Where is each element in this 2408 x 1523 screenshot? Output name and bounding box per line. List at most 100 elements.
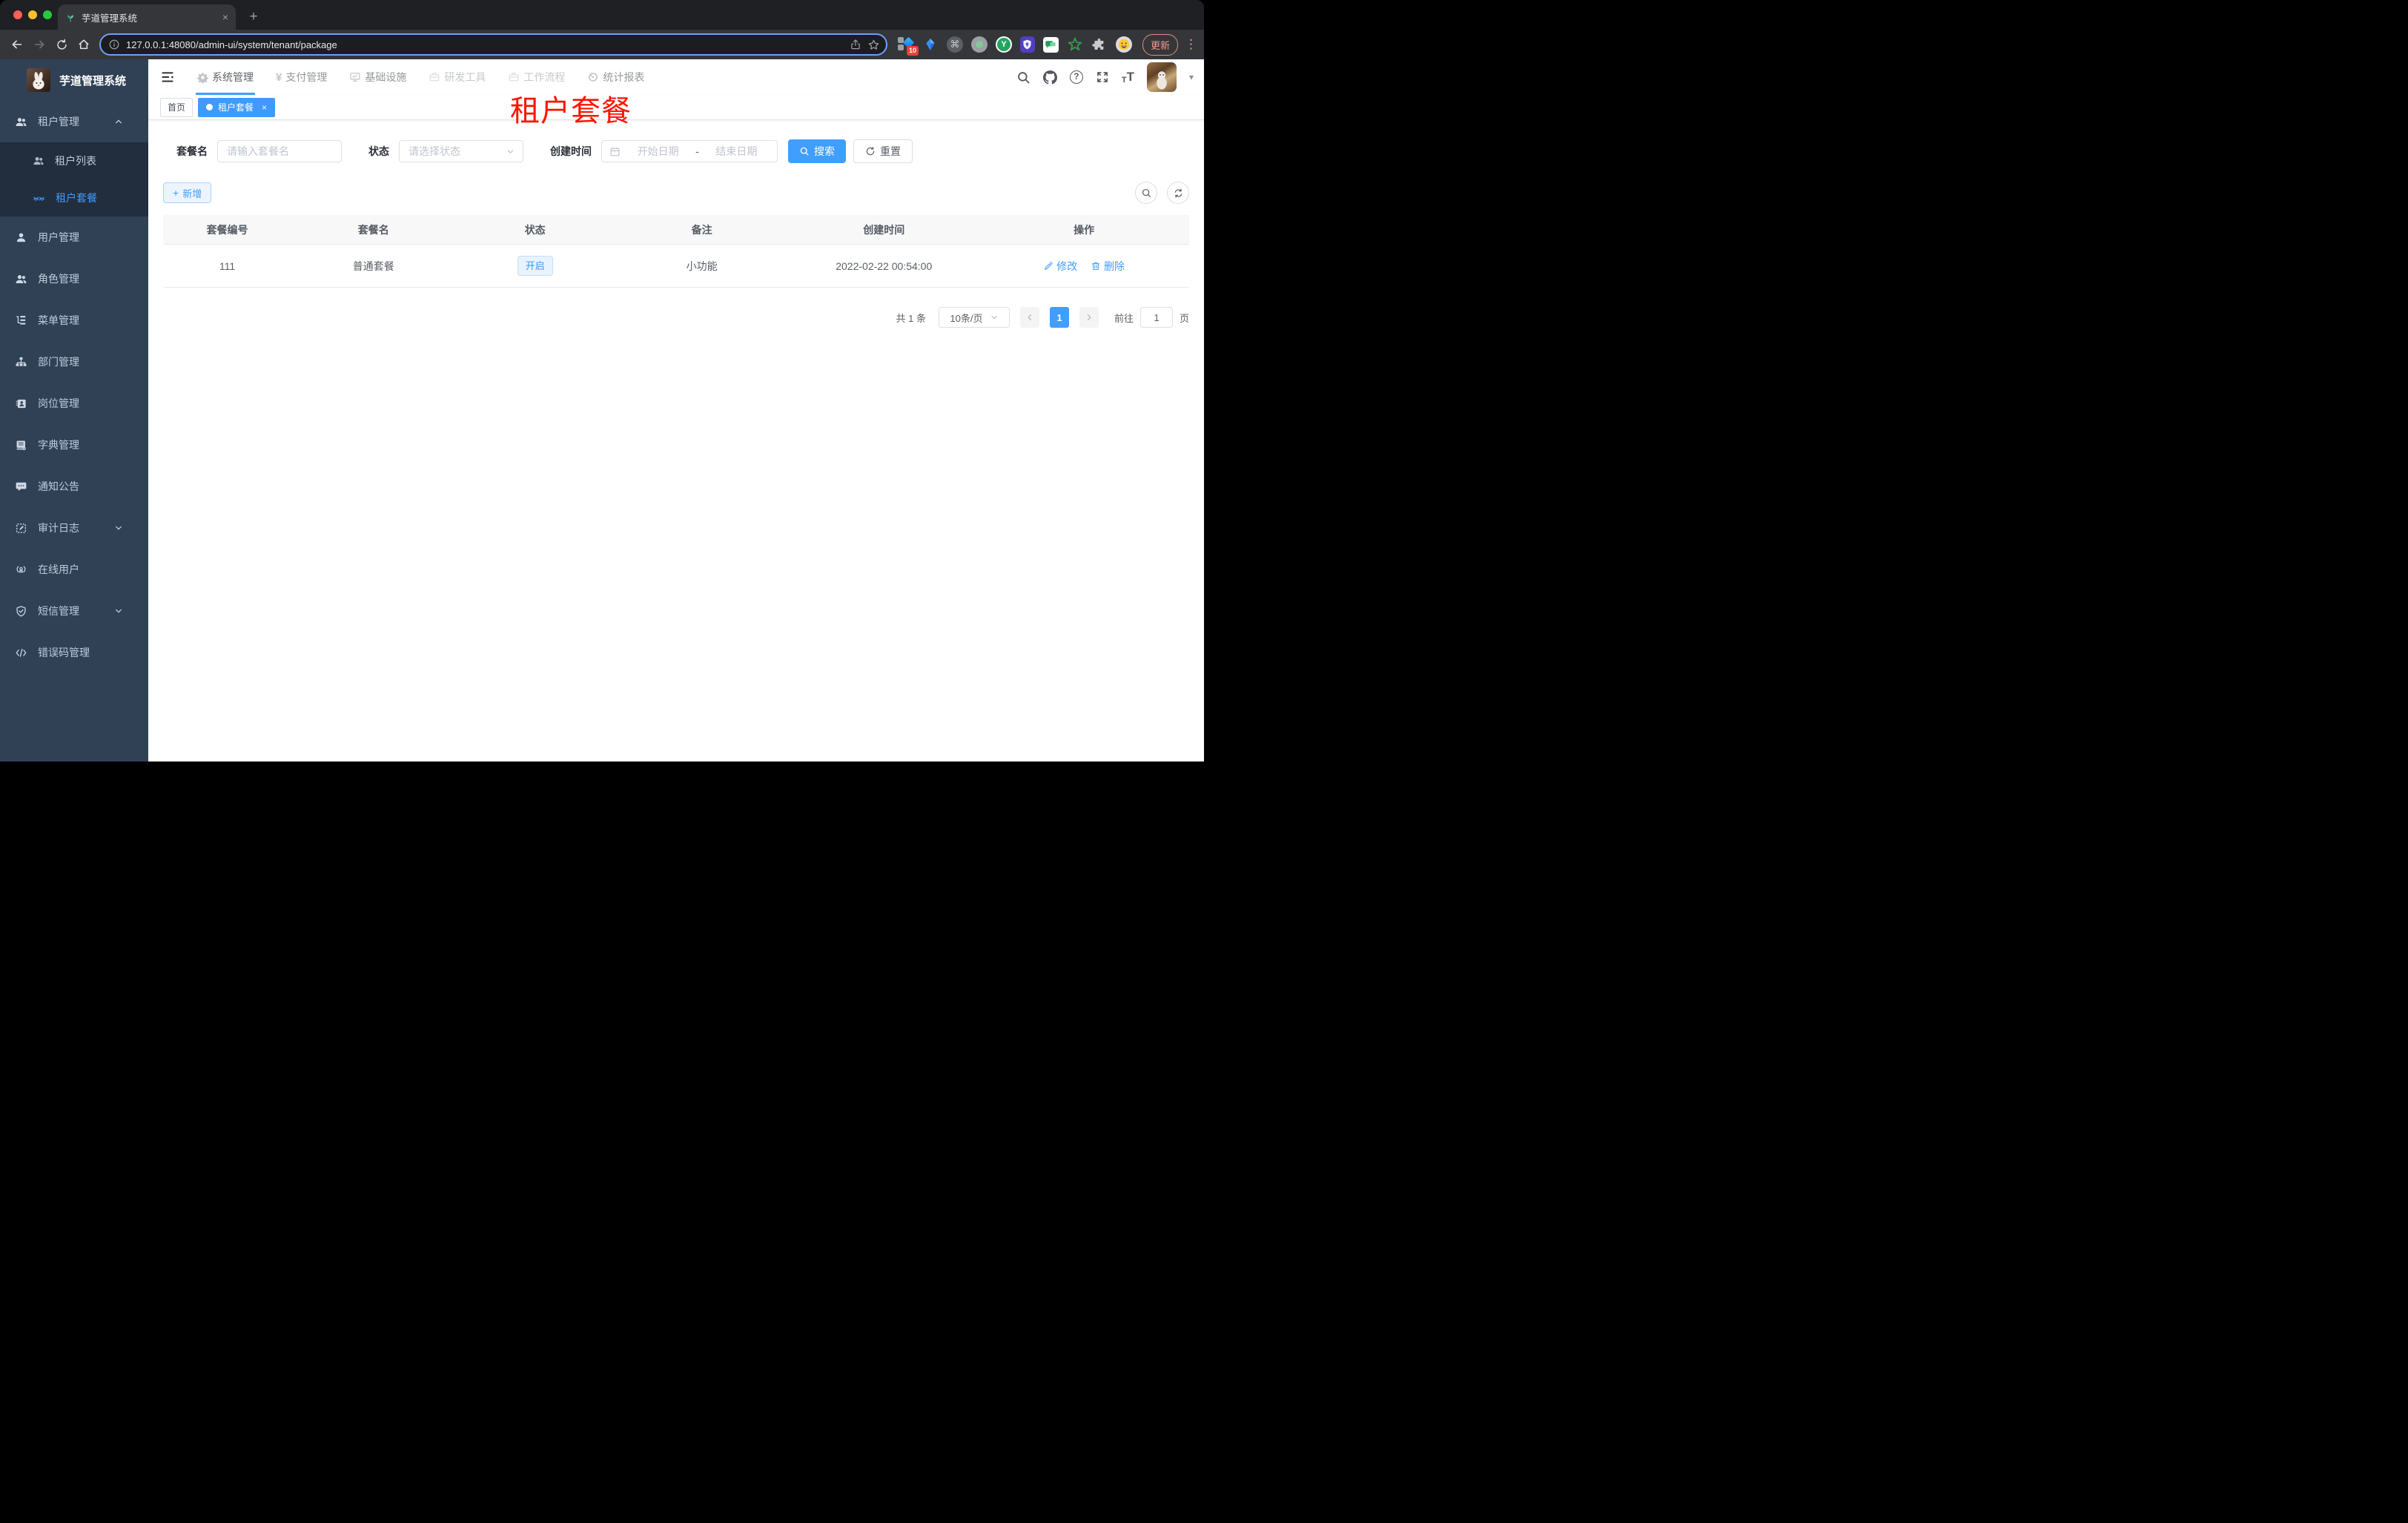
browser-update-button[interactable]: 更新 (1142, 33, 1178, 56)
extension-green-dot-icon[interactable] (970, 36, 988, 53)
nav-item-system[interactable]: 系统管理 (196, 59, 255, 95)
search-button[interactable] (1016, 70, 1031, 85)
sidebar-item-tenant-package[interactable]: 租户套餐 (0, 179, 148, 217)
start-date-placeholder[interactable]: 开始日期 (625, 144, 691, 159)
close-window-button[interactable] (13, 10, 22, 19)
sidebar-item-label: 部门管理 (38, 356, 79, 368)
sidebar-item-label: 字典管理 (38, 439, 79, 451)
fullscreen-button[interactable] (1096, 70, 1109, 84)
extensions-puzzle-button[interactable] (1091, 36, 1108, 53)
site-info-icon[interactable] (108, 39, 120, 50)
zoom-window-button[interactable] (43, 10, 52, 19)
prev-page-button[interactable] (1019, 307, 1039, 328)
next-page-button[interactable] (1079, 307, 1099, 328)
bookmark-star-icon[interactable] (867, 39, 880, 51)
profile-emoji-icon[interactable] (1115, 36, 1132, 53)
delete-link[interactable]: 删除 (1091, 259, 1125, 274)
tag-home[interactable]: 首页 (160, 97, 194, 117)
sidebar-item-dict[interactable]: 字典管理 (0, 424, 148, 466)
help-button[interactable]: ? (1069, 70, 1083, 84)
chevron-down-icon (116, 526, 122, 530)
home-icon (79, 39, 89, 50)
sidebar-item-role[interactable]: 角色管理 (0, 258, 148, 300)
share-icon[interactable] (850, 39, 861, 50)
date-range-picker[interactable]: 开始日期 - 结束日期 (601, 140, 778, 162)
extension-kite-icon[interactable]: 10 (897, 36, 919, 56)
browser-menu-button[interactable]: ⋮ (1185, 37, 1197, 52)
tag-close-icon[interactable]: × (262, 102, 267, 113)
refresh-table-button[interactable] (1167, 182, 1189, 204)
green-star-icon (1068, 37, 1082, 51)
chevron-down-icon (990, 315, 997, 320)
extension-y-icon[interactable]: Y (995, 36, 1012, 53)
nav-item-flow[interactable]: 工作流程 (508, 59, 565, 95)
add-button[interactable]: + 新增 (163, 182, 212, 203)
sidebar-item-user[interactable]: 用户管理 (0, 217, 148, 258)
current-page-button[interactable]: 1 (1049, 307, 1069, 328)
avatar[interactable] (1146, 62, 1177, 92)
goto-page-input[interactable] (1140, 307, 1173, 328)
lashes-icon (33, 196, 44, 201)
browser-tab[interactable]: 芋道管理系统 × (58, 4, 236, 30)
home-button[interactable] (73, 33, 95, 56)
sidebar-item-menu[interactable]: 菜单管理 (0, 300, 148, 341)
nav-item-pay[interactable]: ¥ 支付管理 (276, 59, 327, 95)
sidebar-item-errcode[interactable]: 错误码管理 (0, 632, 148, 673)
sidebar-item-dept[interactable]: 部门管理 (0, 341, 148, 383)
cell-package-name: 普通套餐 (352, 260, 394, 272)
avatar-dropdown-caret[interactable]: ▾ (1189, 72, 1194, 82)
search-submit-button[interactable]: 搜索 (788, 139, 846, 163)
button-label: 搜索 (814, 145, 835, 157)
collapse-sidebar-icon[interactable] (160, 70, 175, 85)
extension-shield-icon[interactable] (1019, 36, 1035, 53)
chevron-right-icon (1087, 314, 1091, 320)
sidebar-item-post[interactable]: 岗位管理 (0, 383, 148, 424)
sidebar-item-tenant-list[interactable]: 租户列表 (0, 142, 148, 179)
forward-button[interactable] (28, 33, 50, 56)
page-size-select[interactable]: 10条/页 (938, 307, 1010, 328)
end-date-placeholder[interactable]: 结束日期 (704, 144, 770, 159)
app-logo[interactable]: 芋道管理系统 (0, 59, 148, 101)
github-button[interactable] (1042, 70, 1057, 85)
monitor-icon (349, 71, 361, 83)
status-select[interactable]: 请选择状态 (399, 140, 523, 162)
table-toolbar: + 新增 (163, 182, 1189, 204)
briefcase-icon (508, 71, 520, 83)
back-button[interactable] (6, 33, 28, 56)
sidebar-item-online[interactable]: 在线用户 (0, 549, 148, 590)
sidebar-item-notice[interactable]: 通知公告 (0, 466, 148, 507)
cell-created-time: 2022-02-22 00:54:00 (836, 260, 933, 272)
rabbit-icon (33, 72, 44, 90)
extension-command-icon[interactable]: ⌘ (946, 36, 963, 53)
extension-star-icon[interactable] (1067, 36, 1083, 53)
tag-tenant-package[interactable]: 租户套餐 × (198, 97, 276, 117)
edit-link[interactable]: 修改 (1043, 259, 1077, 274)
sidebar-item-sms[interactable]: 短信管理 (0, 590, 148, 632)
extension-chat-icon[interactable] (1042, 36, 1059, 53)
new-tab-button[interactable]: + (243, 7, 264, 27)
show-search-toggle-button[interactable] (1135, 182, 1157, 204)
macos-traffic-lights (13, 10, 52, 19)
address-bar[interactable]: 127.0.0.1:48080/admin-ui/system/tenant/p… (99, 33, 887, 56)
table-row: 111 普通套餐 开启 小功能 2022-02-22 00:54:00 修改 删… (163, 245, 1189, 288)
link-label: 删除 (1104, 260, 1125, 272)
tab-close-icon[interactable]: × (222, 12, 228, 22)
package-name-input[interactable]: 请输入套餐名 (217, 140, 342, 162)
nav-item-report[interactable]: 统计报表 (587, 59, 644, 95)
url-text[interactable]: 127.0.0.1:48080/admin-ui/system/tenant/p… (126, 39, 844, 50)
nav-item-infra[interactable]: 基础设施 (349, 59, 406, 95)
reload-icon (56, 39, 67, 50)
minimize-window-button[interactable] (28, 10, 37, 19)
avatar-cat-image (1157, 70, 1167, 90)
extension-gem-icon[interactable] (922, 36, 939, 53)
reset-button[interactable]: 重置 (853, 139, 913, 163)
search-form: 套餐名 请输入套餐名 状态 请选择状态 创建时间 开始日期 - 结束日期 搜索 … (163, 139, 1189, 163)
nav-item-dev[interactable]: 研发工具 (429, 59, 486, 95)
sidebar-item-tenant[interactable]: 租户管理 (0, 101, 148, 142)
reload-button[interactable] (50, 33, 73, 56)
font-size-button[interactable]: TT (1122, 70, 1134, 85)
tags-view-bar: 首页 租户套餐 × (148, 95, 1204, 120)
sidebar-item-label: 岗位管理 (38, 397, 79, 409)
sidebar-item-audit[interactable]: 审计日志 (0, 507, 148, 549)
broadcast-user-icon (16, 565, 26, 572)
